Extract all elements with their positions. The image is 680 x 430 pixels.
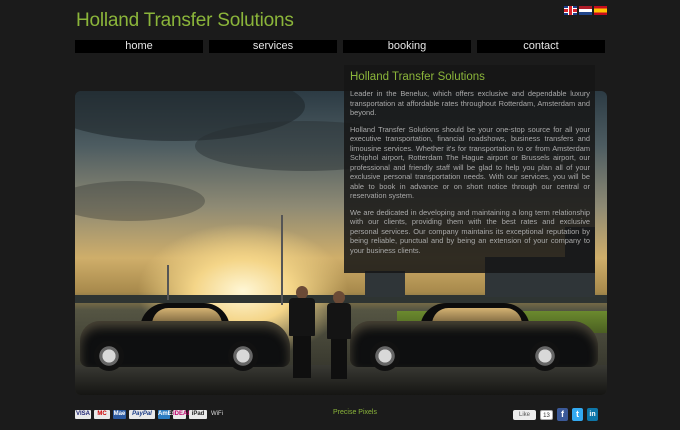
social-links: Like 13 f t in (513, 408, 598, 421)
like-button[interactable]: Like (513, 409, 536, 420)
wifi-icon: WiFi (211, 411, 223, 417)
amex-icon: AmEx (158, 410, 176, 419)
nav-booking[interactable]: booking (343, 40, 471, 53)
nav-home[interactable]: home (75, 40, 203, 53)
chauffeur (287, 286, 317, 381)
chauffeur (325, 291, 353, 381)
ipad-icon: iPad (189, 410, 207, 419)
nav-services[interactable]: services (209, 40, 337, 53)
paypal-icon: PayPal (129, 410, 155, 419)
limousine-right (350, 301, 600, 381)
panel-title: Holland Transfer Solutions (350, 71, 485, 83)
street-lamp (281, 215, 283, 305)
site-title[interactable]: Holland Transfer Solutions (76, 10, 294, 32)
footer-credit-link[interactable]: Precise Pixels (333, 409, 377, 416)
dutch-flag-icon[interactable] (579, 6, 592, 15)
maestro-icon: Mae (113, 410, 126, 419)
main-nav: home services booking contact (75, 40, 611, 53)
like-count: 13 (540, 409, 553, 420)
cloud (75, 181, 205, 221)
linkedin-icon[interactable]: in (587, 408, 598, 421)
limousine-left (80, 301, 290, 381)
building (365, 271, 405, 297)
english-flag-icon[interactable] (564, 6, 577, 15)
intro-paragraph: We are dedicated in developing and maint… (350, 207, 590, 255)
nav-contact[interactable]: contact (477, 40, 605, 53)
twitter-icon[interactable]: t (572, 408, 583, 421)
visa-icon: VISA (75, 410, 91, 419)
language-switcher (564, 6, 607, 15)
street-lamp (167, 265, 169, 300)
mastercard-icon: MC (94, 410, 110, 419)
intro-paragraph: Leader in the Benelux, which offers excl… (350, 89, 590, 117)
ideal-icon: iDEAL (173, 410, 191, 419)
facebook-icon[interactable]: f (557, 408, 568, 421)
intro-paragraph: Holland Transfer Solutions should be you… (350, 124, 590, 201)
panel-body: Leader in the Benelux, which offers excl… (350, 89, 590, 262)
payment-methods: VISA MC Mae PayPal AmEx iDEAL iPad WiFi (75, 410, 224, 419)
intro-panel: Holland Transfer Solutions Leader in the… (344, 65, 595, 273)
spanish-flag-icon[interactable] (594, 6, 607, 15)
